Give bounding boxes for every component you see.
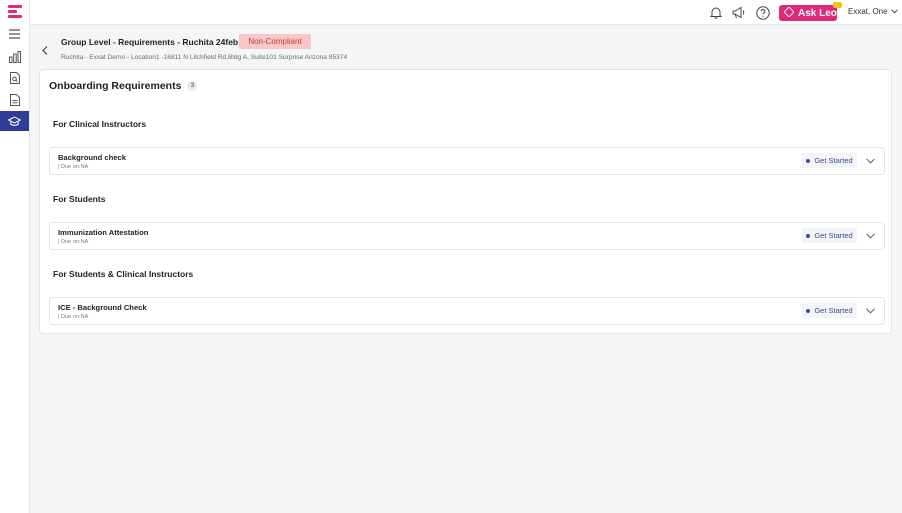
requirement-row[interactable]: ICE - Background Check | Due on:NA Get S… [49,297,885,325]
chevron-down-icon [890,7,898,16]
status-label: Get Started [814,156,853,165]
user-menu[interactable]: Exxat, One [848,7,898,16]
document-search-icon[interactable] [0,68,29,88]
exxat-logo[interactable] [8,5,22,19]
count-badge: 3 [187,81,198,91]
back-button[interactable] [39,43,51,57]
ask-leo-button[interactable]: Ask Leo [779,5,837,21]
leo-icon [783,5,795,20]
help-icon[interactable] [755,5,770,20]
chevron-down-icon[interactable] [864,305,876,317]
group-title: For Students [53,194,106,204]
menu-icon[interactable] [0,24,29,44]
status-badge: Non-Compliant [239,34,311,49]
graduation-cap-icon[interactable] [0,111,29,131]
bell-icon[interactable] [708,5,723,20]
status-dot [806,158,811,163]
new-badge [833,2,842,8]
get-started-status[interactable]: Get Started [802,153,857,168]
get-started-status[interactable]: Get Started [802,228,857,243]
page-title: Group Level - Requirements - Ruchita 24f… [61,37,239,47]
group-title: For Clinical Instructors [53,119,147,129]
location-subtitle: Ruchita - Exxat Demo - Location1 -16811 … [61,54,348,61]
group-title: For Students & Clinical Instructors [53,269,194,279]
section-heading: Onboarding Requirements 3 [49,80,198,92]
requirement-name: ICE - Background Check [58,303,147,312]
requirement-due: | Due on:NA [58,164,89,170]
megaphone-icon[interactable] [731,5,746,20]
requirement-due: | Due on:NA [58,239,89,245]
user-name: Exxat, One [848,7,888,16]
bar-chart-icon[interactable] [0,47,29,67]
sidebar [0,0,30,513]
status-dot [806,233,811,238]
requirement-name: Immunization Attestation [58,228,149,237]
chevron-down-icon[interactable] [864,230,876,242]
onboarding-heading: Onboarding Requirements [49,80,182,92]
status-dot [806,308,811,313]
get-started-status[interactable]: Get Started [802,303,857,318]
top-bar [30,0,902,25]
requirement-name: Background check [58,153,126,162]
status-label: Get Started [814,231,853,240]
requirement-row[interactable]: Immunization Attestation | Due on:NA Get… [49,222,885,250]
requirement-row[interactable]: Background check | Due on:NA Get Started [49,147,885,175]
chevron-down-icon[interactable] [864,155,876,167]
document-list-icon[interactable] [0,90,29,110]
ask-leo-label: Ask Leo [798,7,837,19]
requirement-due: | Due on:NA [58,314,89,320]
requirements-card: Onboarding Requirements 3 For Clinical I… [39,69,892,334]
status-label: Get Started [814,306,853,315]
